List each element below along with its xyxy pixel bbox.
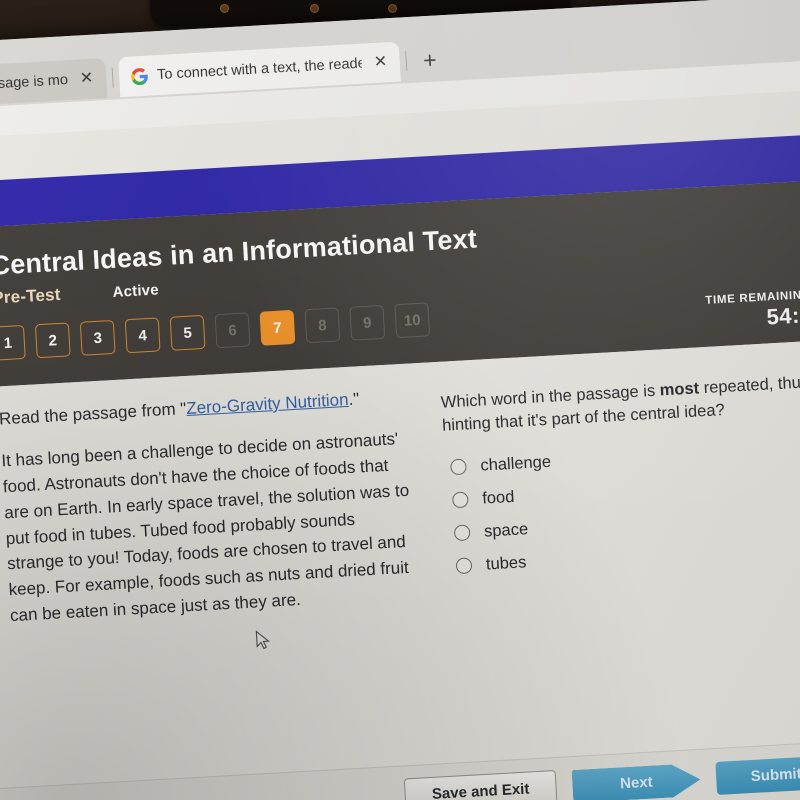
bezel-dot-right [388, 4, 397, 13]
tab-divider [111, 67, 114, 88]
time-remaining: TIME REMAINING 54:0 [705, 289, 800, 334]
photo-of-screen: he passage is mo ✕ To connect with a tex… [0, 0, 800, 800]
two-column-layout: Read the passage from "Zero-Gravity Nutr… [0, 340, 800, 632]
save-and-exit-button[interactable]: Save and Exit [403, 769, 558, 800]
answer-choice-2[interactable]: food [451, 471, 800, 510]
passage-source-link[interactable]: Zero-Gravity Nutrition [186, 390, 349, 418]
close-icon[interactable]: ✕ [370, 53, 390, 71]
radio-button-icon[interactable] [453, 524, 471, 542]
browser-tab-1[interactable]: he passage is mo ✕ [0, 57, 108, 108]
question-pane: Which word in the passage is most repeat… [431, 340, 800, 605]
close-icon[interactable]: ✕ [76, 70, 96, 88]
answer-choice-label: food [481, 487, 515, 508]
google-g-icon [131, 67, 148, 85]
answer-choice-list: challenge food space tubes [444, 438, 800, 577]
answer-choice-label: space [483, 519, 529, 541]
browser-tab-2-title: To connect with a text, the reader [156, 55, 363, 84]
radio-button-icon[interactable] [455, 557, 473, 575]
browser-chrome: he passage is mo ✕ To connect with a tex… [0, 0, 800, 140]
question-text: Which word in the passage is most repeat… [440, 371, 800, 439]
answer-choice-label: challenge [479, 452, 552, 475]
page-title: Central Ideas in an Informational Text [0, 223, 478, 281]
new-tab-button[interactable]: + [413, 46, 448, 73]
assignment-subheader: Pre-Test Active [0, 279, 159, 308]
answer-choice-1[interactable]: challenge [450, 438, 800, 477]
question-number-10[interactable]: 10 [394, 302, 431, 339]
status-badge: Active [112, 281, 160, 301]
assignment-type-label: Pre-Test [0, 284, 62, 308]
footer-button-row: Save and Exit Next Submit [403, 754, 800, 800]
answer-choice-4[interactable]: tubes [455, 537, 800, 576]
question-content-area: Read the passage from "Zero-Gravity Nutr… [0, 339, 800, 800]
answer-choice-3[interactable]: space [453, 504, 800, 543]
tab-divider [405, 51, 408, 72]
question-number-9[interactable]: 9 [349, 304, 386, 341]
next-button[interactable]: Next [572, 763, 702, 800]
passage-body: It has long been a challenge to decide o… [0, 429, 410, 626]
radio-button-icon[interactable] [451, 491, 469, 509]
browser-tab-1-title: he passage is mo [0, 72, 69, 94]
question-number-4[interactable]: 4 [124, 317, 161, 354]
submit-button[interactable]: Submit [715, 755, 800, 795]
question-number-1[interactable]: 1 [0, 324, 26, 361]
question-number-7[interactable]: 7 [259, 309, 296, 346]
answer-choice-label: tubes [485, 553, 527, 574]
passage-intro-suffix: ." [347, 389, 360, 409]
bezel-dot-center [310, 4, 319, 13]
radio-button-icon[interactable] [450, 458, 467, 476]
question-number-6[interactable]: 6 [214, 312, 251, 349]
question-number-nav: 1 2 3 4 5 6 7 8 9 10 [0, 302, 431, 361]
question-number-8[interactable]: 8 [304, 307, 341, 344]
question-number-5[interactable]: 5 [169, 314, 206, 351]
question-number-3[interactable]: 3 [79, 319, 116, 356]
time-remaining-value: 54:0 [765, 301, 800, 330]
screen-surface: he passage is mo ✕ To connect with a tex… [0, 0, 800, 800]
assignment-footer: Mark this and return Save and Exit Next … [0, 739, 800, 800]
passage-intro: Read the passage from "Zero-Gravity Nutr… [0, 386, 405, 431]
mouse-cursor [255, 630, 270, 650]
passage-pane: Read the passage from "Zero-Gravity Nutr… [0, 362, 444, 631]
bezel-dot-left [220, 4, 229, 13]
passage-intro-prefix: Read the passage from " [0, 399, 187, 429]
question-emphasis: most [659, 379, 700, 400]
question-number-2[interactable]: 2 [34, 322, 71, 359]
